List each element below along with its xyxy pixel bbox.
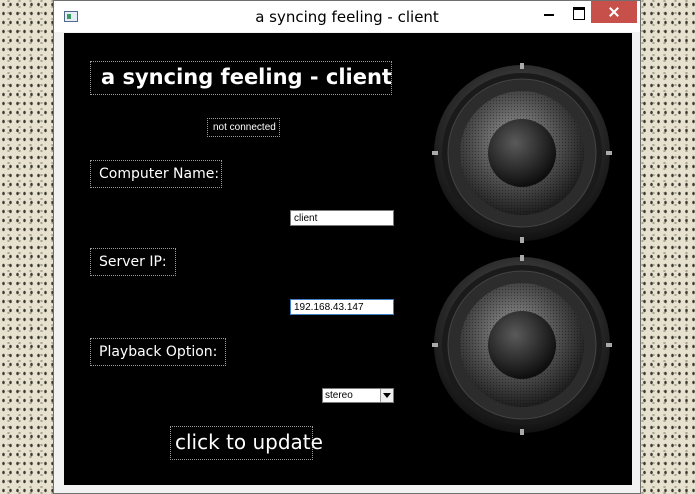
chevron-down-icon[interactable]: [380, 389, 393, 402]
server-ip-input[interactable]: 192.168.43.147: [290, 299, 394, 315]
speaker-icon: [432, 63, 612, 243]
playback-option-select[interactable]: stereo: [322, 388, 394, 403]
client-area: a syncing feeling - client not connected…: [64, 33, 632, 485]
playback-option-label: Playback Option:: [90, 338, 226, 366]
desktop-background-right: [634, 0, 695, 494]
app-heading: a syncing feeling - client: [90, 61, 392, 95]
app-window: a syncing feeling - client a syncing fee…: [53, 0, 641, 494]
playback-option-value: stereo: [325, 390, 353, 401]
close-button[interactable]: [591, 1, 637, 23]
computer-name-input[interactable]: client: [290, 210, 394, 226]
update-button[interactable]: click to update: [170, 426, 323, 460]
speaker-icon: [432, 255, 612, 435]
desktop-background-left: [0, 0, 60, 494]
title-bar[interactable]: a syncing feeling - client: [54, 1, 640, 32]
computer-name-label: Computer Name:: [90, 160, 222, 188]
connection-status: not connected: [207, 118, 280, 137]
minimize-button[interactable]: [532, 1, 566, 23]
server-ip-label: Server IP:: [90, 248, 176, 276]
